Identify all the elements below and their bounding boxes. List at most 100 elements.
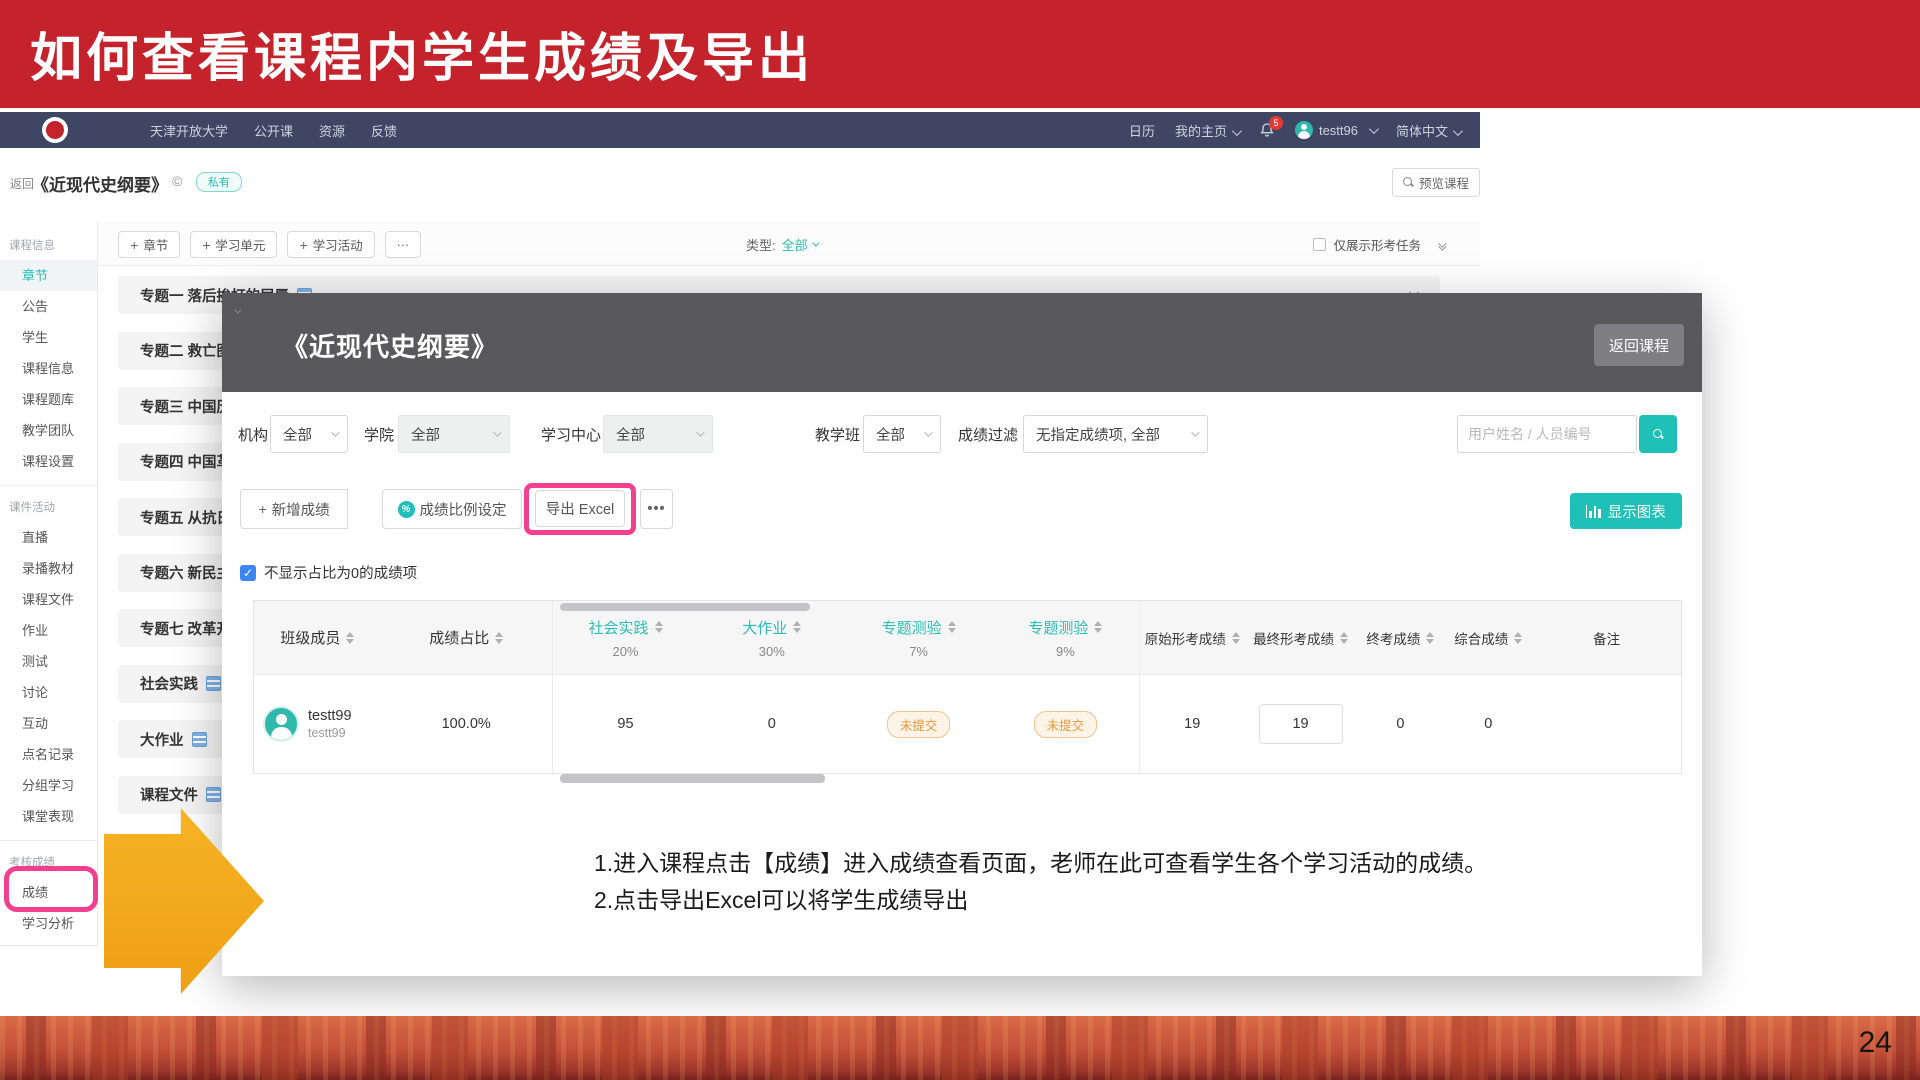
col-ratio: 成绩占比	[381, 601, 552, 674]
only-assess-checkbox[interactable]	[1313, 238, 1326, 251]
sort-icon[interactable]	[1340, 632, 1348, 644]
sidebar-item-course-info[interactable]: 课程信息	[0, 353, 97, 384]
nav-item-feedback[interactable]: 反馈	[371, 121, 397, 140]
sidebar-item-announcements[interactable]: 公告	[0, 291, 97, 322]
col-member: 班级成员	[254, 601, 381, 674]
slide: 如何查看课程内学生成绩及导出 天津开放大学 公开课 资源 反馈 日历 我的主页 …	[0, 0, 1920, 1080]
add-unit-button[interactable]: +学习单元	[190, 231, 277, 258]
sort-icon[interactable]	[948, 621, 956, 633]
col-social-practice: 社会实践 20%	[552, 601, 699, 674]
sidebar-item-course-files[interactable]: 课程文件	[0, 584, 97, 615]
sort-icon[interactable]	[793, 621, 801, 633]
grade-filter-select[interactable]: 无指定成绩项, 全部	[1023, 415, 1208, 453]
search-icon	[1403, 177, 1414, 188]
nav-item-open-courses[interactable]: 公开课	[254, 121, 293, 140]
ratio-value: 100.0%	[381, 675, 552, 773]
learning-center-filter-label: 学习中心	[541, 424, 601, 445]
plus-icon: +	[258, 501, 266, 517]
student-cell[interactable]: testt99 testt99	[254, 675, 381, 773]
sidebar-item-tests[interactable]: 测试	[0, 646, 97, 677]
sidebar-item-homework[interactable]: 作业	[0, 615, 97, 646]
grades-highlight-box	[4, 866, 98, 912]
sidebar-item-teaching-team[interactable]: 教学团队	[0, 415, 97, 446]
sidebar-item-class-performance[interactable]: 课堂表现	[0, 801, 97, 832]
sort-icon[interactable]	[1426, 632, 1434, 644]
status-topic-quiz-2: 未提交	[992, 675, 1139, 773]
nav-item-calendar[interactable]: 日历	[1129, 121, 1155, 140]
hide-zero-checkbox[interactable]: ✓	[240, 565, 256, 581]
more-actions-button[interactable]: •••	[640, 489, 673, 529]
sidebar-item-rollcall[interactable]: 点名记录	[0, 739, 97, 770]
college-filter-label: 学院	[364, 424, 394, 445]
nav-item-resources[interactable]: 资源	[319, 121, 345, 140]
sort-icon[interactable]	[655, 621, 663, 633]
sidebar-item-live[interactable]: 直播	[0, 522, 97, 553]
sort-icon[interactable]	[1232, 632, 1240, 644]
instruction-text: 1.进入课程点击【成绩】进入成绩查看页面，老师在此可查看学生各个学习活动的成绩。…	[594, 845, 1487, 919]
search-icon	[1653, 429, 1664, 440]
column-link[interactable]: 大作业	[742, 617, 787, 638]
nav-item-school[interactable]: 天津开放大学	[150, 121, 228, 140]
chevron-down-icon	[812, 240, 819, 247]
course-title: 《近现代史纲要》	[32, 171, 168, 196]
chevron-down-icon	[1369, 124, 1379, 134]
chevron-down-icon	[1453, 126, 1463, 136]
table-header: 班级成员 成绩占比 社会实践 20% 大作业 30% 专题测验 7% 专题测验 …	[254, 601, 1681, 674]
user-menu[interactable]: testt96	[1295, 121, 1376, 139]
add-activity-button[interactable]: +学习活动	[287, 231, 374, 258]
table-row: testt99 testt99 100.0% 95 0 未提交 未提交 19 0…	[254, 674, 1681, 773]
horizontal-scrollbar[interactable]	[560, 603, 810, 611]
add-grade-button[interactable]: +新增成绩	[240, 489, 348, 529]
hide-zero-label: 不显示占比为0的成绩项	[264, 562, 417, 583]
bell-icon[interactable]: 5	[1259, 122, 1275, 138]
show-chart-button[interactable]: 显示图表	[1570, 493, 1682, 529]
back-to-course-button[interactable]: 返回课程	[1594, 324, 1684, 366]
column-link[interactable]: 专题测验	[1028, 617, 1088, 638]
class-filter-select[interactable]: 全部	[863, 415, 941, 453]
export-excel-button[interactable]: 导出 Excel	[535, 490, 625, 527]
back-link[interactable]: 返回	[10, 175, 34, 192]
collapse-all-icon[interactable]	[1438, 242, 1444, 248]
bar-chart-icon	[1586, 505, 1601, 518]
type-filter-label: 类型:	[746, 235, 776, 254]
toolbar-more-button[interactable]: ···	[385, 231, 422, 258]
type-filter-value[interactable]: 全部	[782, 235, 817, 254]
nav-item-my-home[interactable]: 我的主页	[1175, 121, 1239, 140]
search-button[interactable]	[1639, 415, 1677, 453]
final-score-input[interactable]	[1259, 704, 1343, 744]
sidebar-item-question-bank[interactable]: 课程题库	[0, 384, 97, 415]
sidebar-item-group-study[interactable]: 分组学习	[0, 770, 97, 801]
language-menu[interactable]: 简体中文	[1396, 121, 1460, 140]
preview-course-button[interactable]: 预览课程	[1392, 168, 1480, 197]
column-link[interactable]: 社会实践	[588, 617, 648, 638]
sidebar-item-discussion[interactable]: 讨论	[0, 677, 97, 708]
final-score-cell	[1245, 675, 1357, 773]
sort-icon[interactable]	[346, 632, 354, 644]
add-chapter-button[interactable]: +章节	[118, 231, 180, 258]
sidebar-item-recordings[interactable]: 录播教材	[0, 553, 97, 584]
col-raw-score: 原始形考成绩	[1139, 601, 1245, 674]
column-link[interactable]: 专题测验	[882, 617, 942, 638]
sidebar-item-interaction[interactable]: 互动	[0, 708, 97, 739]
sidebar-item-students[interactable]: 学生	[0, 322, 97, 353]
sidebar-item-learning-analytics[interactable]: 学习分析	[0, 908, 97, 939]
grade-ratio-button[interactable]: %成绩比例设定	[382, 489, 522, 529]
user-search-input[interactable]	[1457, 415, 1637, 453]
college-filter-select[interactable]: 全部	[398, 415, 510, 453]
sidebar-item-course-settings[interactable]: 课程设置	[0, 446, 97, 477]
page-number: 24	[1859, 1026, 1892, 1060]
slide-title-banner: 如何查看课程内学生成绩及导出	[0, 0, 1920, 108]
notification-badge: 5	[1269, 116, 1283, 130]
sort-icon[interactable]	[1514, 632, 1522, 644]
sidebar-item-chapters[interactable]: 章节	[0, 260, 97, 291]
sort-icon[interactable]	[1094, 621, 1102, 633]
modal-header: 《近现代史纲要》 返回课程	[222, 293, 1702, 392]
learning-center-filter-select[interactable]: 全部	[603, 415, 713, 453]
sort-icon[interactable]	[495, 632, 503, 644]
org-filter-select[interactable]: 全部	[270, 415, 348, 453]
logo-icon	[42, 117, 68, 143]
remark-value	[1532, 675, 1681, 773]
horizontal-scrollbar[interactable]	[560, 774, 825, 783]
sidebar-group-activities: 课件活动	[0, 494, 97, 522]
breadcrumb: 返回 《近现代史纲要》 © 私有 预览课程	[0, 160, 1480, 205]
